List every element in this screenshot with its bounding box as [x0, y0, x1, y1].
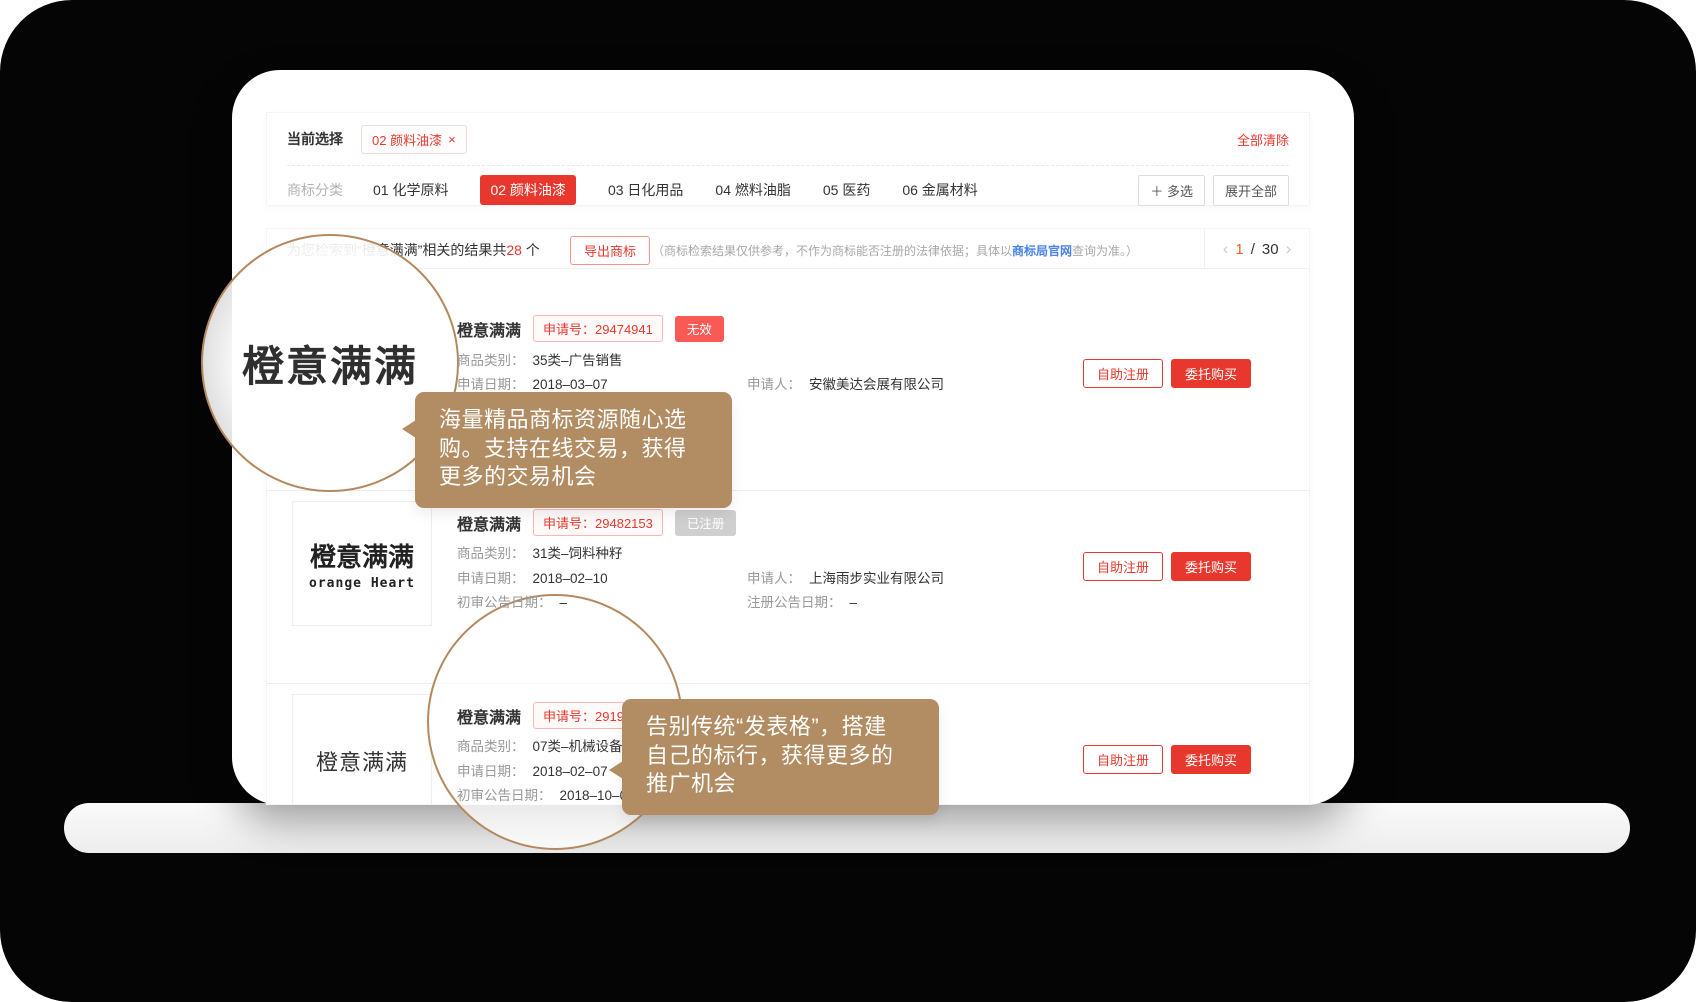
current-selection-row: 当前选择 02 颜料油漆 × 全部清除	[287, 123, 1289, 155]
disclaimer-text: （商标检索结果仅供参考，不作为商标能否注册的法律依据；具体以商标局官网查询为准。…	[652, 242, 1138, 259]
entrust-buy-button[interactable]: 委托购买	[1171, 552, 1251, 581]
status-badge: 无效	[675, 316, 724, 342]
entrust-buy-button[interactable]: 委托购买	[1171, 359, 1251, 388]
close-icon[interactable]: ×	[448, 132, 456, 147]
marketing-tooltip: 告别传统“发表格”，搭建 自己的标行，获得更多的 推广机会	[622, 699, 939, 815]
category-item-02-active[interactable]: 02 颜料油漆	[480, 175, 575, 205]
pagination: ‹ 1 / 30 ›	[1204, 229, 1309, 269]
category-item-04[interactable]: 04 燃料油脂	[715, 180, 790, 200]
chevron-left-icon[interactable]: ‹	[1223, 239, 1229, 259]
field-label: 申请日期：	[457, 377, 525, 392]
field-label: 商品类别：	[457, 546, 525, 561]
field-value: 2018–02–07	[533, 764, 608, 779]
export-trademark-button[interactable]: 导出商标	[570, 236, 650, 265]
disclaimer-suffix: 查询为准。）	[1072, 244, 1138, 258]
field-label: 初审公告日期：	[457, 788, 552, 803]
application-number-tag: 申请号：29482153	[533, 509, 663, 536]
trademark-image: 橙意满满 orange Heart	[292, 501, 432, 626]
trademark-image: 橙意满满	[292, 694, 432, 805]
trademark-name: 橙意满满	[457, 511, 521, 535]
apply-date-field: 申请日期： 2018–02–07	[457, 760, 608, 780]
trademark-image-text: 橙意满满	[310, 537, 414, 574]
entrust-buy-button[interactable]: 委托购买	[1171, 745, 1251, 774]
row-content: 橙意满满 申请号：29482153 已注册 商品类别： 31类–饲料种籽 申请日期…	[457, 491, 1309, 683]
summary-suffix: 个	[522, 242, 540, 258]
field-value: –	[850, 595, 858, 610]
page-stage: 当前选择 02 颜料油漆 × 全部清除 商标分类 01 化学原料 02 颜料油漆…	[0, 0, 1696, 1002]
pagination-separator: /	[1251, 241, 1255, 258]
magnified-trademark-text: 橙意满满	[242, 333, 418, 394]
field-label: 申请人：	[747, 377, 801, 392]
category-item-06[interactable]: 06 金属材料	[902, 180, 977, 200]
category-item-01[interactable]: 01 化学原料	[373, 180, 448, 200]
status-badge: 已注册	[675, 510, 737, 536]
trademark-name: 橙意满满	[457, 704, 521, 728]
expand-all-button[interactable]: 展开全部	[1213, 175, 1289, 206]
field-value: 安徽美达会展有限公司	[809, 377, 944, 392]
field-value: 2018–02–10	[533, 571, 608, 586]
category-item-05[interactable]: 05 医药	[823, 180, 870, 200]
applicant-field: 申请人： 上海雨步实业有限公司	[747, 567, 944, 587]
multi-select-button[interactable]: ＋ 多选	[1138, 175, 1205, 206]
appno-label: 申请号：	[543, 516, 595, 531]
field-value: 35类–广告销售	[533, 353, 623, 368]
field-value: –	[560, 595, 568, 610]
category-field: 商品类别： 35类–广告销售	[457, 349, 623, 369]
pagination-current-page: 1	[1235, 241, 1243, 258]
trademark-office-link[interactable]: 商标局官网	[1012, 244, 1072, 258]
summary-count: 28	[506, 242, 522, 258]
applicant-field: 申请人： 安徽美达会展有限公司	[747, 373, 944, 393]
trademark-image-text: 橙意满满	[316, 745, 408, 777]
field-label: 商品类别：	[457, 739, 525, 754]
filter-card: 当前选择 02 颜料油漆 × 全部清除 商标分类 01 化学原料 02 颜料油漆…	[266, 112, 1310, 206]
category-field: 商品类别： 07类–机械设备	[457, 735, 623, 755]
initial-announce-field: 初审公告日期：–	[457, 591, 567, 611]
current-selection-label: 当前选择	[287, 129, 343, 149]
category-item-03[interactable]: 03 日化用品	[608, 180, 683, 200]
row-actions: 自助注册 委托购买	[1083, 359, 1251, 388]
row-actions: 自助注册 委托购买	[1083, 552, 1251, 581]
self-register-button[interactable]: 自助注册	[1083, 745, 1163, 774]
category-row: 商标分类 01 化学原料 02 颜料油漆 03 日化用品 04 燃料油脂 05 …	[287, 175, 1289, 205]
field-value: 2018–03–07	[533, 377, 608, 392]
self-register-button[interactable]: 自助注册	[1083, 552, 1163, 581]
field-label: 申请日期：	[457, 764, 525, 779]
self-register-button[interactable]: 自助注册	[1083, 359, 1163, 388]
field-label: 商品类别：	[457, 353, 525, 368]
disclaimer-prefix: （商标检索结果仅供参考，不作为商标能否注册的法律依据；具体以	[652, 244, 1012, 258]
table-row: 橙意满满 orange Heart 橙意满满 申请号：29482153 已注册 …	[267, 491, 1309, 684]
field-label: 初审公告日期：	[457, 595, 552, 610]
field-value: 上海雨步实业有限公司	[809, 571, 944, 586]
field-label: 注册公告日期：	[747, 595, 842, 610]
selected-category-tag[interactable]: 02 颜料油漆 ×	[361, 125, 467, 154]
apply-date-field: 申请日期： 2018–02–10	[457, 567, 608, 587]
row-actions: 自助注册 委托购买	[1083, 745, 1251, 774]
results-header: 为您检索到“橙意满满”相关的结果共28 个 导出商标 （商标检索结果仅供参考，不…	[267, 229, 1309, 269]
appno-value: 29474941	[595, 322, 653, 337]
trademark-name: 橙意满满	[457, 317, 521, 341]
title-line: 橙意满满 申请号：29474941 无效	[457, 315, 724, 342]
field-value: 07类–机械设备	[533, 739, 623, 754]
marketing-tooltip: 海量精品商标资源随心选 购。支持在线交易，获得 更多的交易机会	[415, 392, 732, 508]
appno-label: 申请号：	[543, 322, 595, 337]
reg-announce-field: 注册公告日期：–	[747, 591, 857, 611]
initial-announce-field: 初审公告日期：2018–10–06	[457, 784, 635, 804]
title-line: 橙意满满 申请号：29482153 已注册	[457, 509, 736, 536]
clear-all-button[interactable]: 全部清除	[1237, 130, 1289, 149]
chevron-right-icon[interactable]: ›	[1286, 239, 1292, 259]
field-label: 申请日期：	[457, 571, 525, 586]
selected-category-tag-label: 02 颜料油漆	[372, 130, 442, 149]
field-label: 申请人：	[747, 571, 801, 586]
appno-label: 申请号：	[543, 709, 595, 724]
category-row-label: 商标分类	[287, 180, 343, 200]
appno-value: 29482153	[595, 516, 653, 531]
field-value: 31类–饲料种籽	[533, 546, 623, 561]
dashed-divider	[287, 165, 1289, 166]
application-number-tag: 申请号：29474941	[533, 315, 663, 342]
apply-date-field: 申请日期： 2018–03–07	[457, 373, 608, 393]
pagination-total-pages: 30	[1262, 241, 1279, 258]
category-field: 商品类别： 31类–饲料种籽	[457, 542, 623, 562]
trademark-image-subtext: orange Heart	[309, 576, 415, 591]
